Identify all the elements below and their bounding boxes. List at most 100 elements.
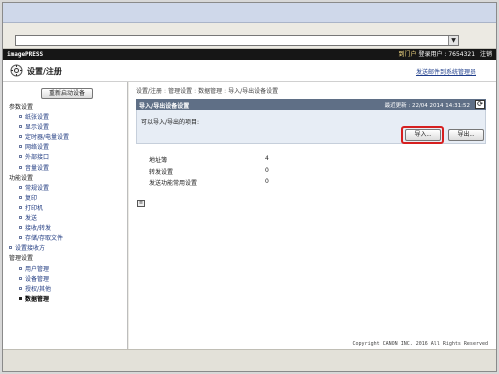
settings-tool-icon — [10, 64, 23, 77]
copyright: Copyright CANON INC. 2016 All Rights Res… — [352, 341, 488, 347]
login-user-label: 登录用户 — [418, 51, 443, 58]
sidebar-item-label: 用户管理 — [25, 265, 50, 273]
sidebar-item-label: 网络设置 — [25, 144, 50, 152]
info-value: 0 — [265, 178, 269, 185]
info-row: 转发设置 0 — [149, 167, 349, 179]
breadcrumb-separator: : — [224, 88, 227, 95]
browser-window: ▼ imagePRESS 到门户 登录用户 : 7654321 注销 设置/注册… — [2, 2, 497, 372]
sidebar: 重新启动设备 参数设置 纸张设置显示设置定时器/电量设置 网络设置外部接口音量设置功… — [3, 82, 128, 349]
user-menu: 到门户 登录用户 : 7654321 注销 — [398, 51, 492, 58]
bullet-icon — [19, 226, 22, 230]
bullet-icon — [19, 135, 22, 139]
sidebar-item-label: 显示设置 — [25, 124, 50, 132]
bullet-icon — [19, 145, 22, 149]
restart-device-button[interactable]: 重新启动设备 — [41, 88, 93, 99]
breadcrumb-separator: : — [194, 88, 197, 95]
sidebar-item-label: 功能设置 — [9, 174, 34, 182]
info-label: 地址簿 — [149, 157, 168, 164]
info-value: 0 — [265, 166, 269, 174]
address-bar[interactable]: ▼ — [15, 35, 459, 46]
main-content: 设置/注册: 管理设置: 数据管理: 导入/导出设备设置 导入/导出设备设置 最近更新… — [129, 82, 496, 349]
bullet-icon — [19, 286, 22, 290]
sidebar-item[interactable]: 用户管理 — [3, 265, 127, 275]
sidebar-item-label: 音量设置 — [25, 164, 50, 172]
sidebar-item-label: 打印机 — [25, 204, 44, 212]
sidebar-item: 功能设置 — [3, 174, 127, 184]
panel-body: 可以导入/导出的项目: 导入... 导出... — [136, 110, 486, 144]
breadcrumb-item[interactable]: 管理设置 — [168, 88, 192, 95]
sidebar-item[interactable]: 网络设置 — [3, 143, 127, 153]
sidebar-item[interactable]: 定时器/电量设置 — [3, 133, 127, 143]
sidebar-item-label: 发送 — [25, 215, 38, 223]
browser-toolbar: ▼ — [3, 23, 496, 49]
refresh-icon[interactable]: ⟳ — [475, 100, 485, 109]
sidebar-item[interactable]: 接收/转发 — [3, 224, 127, 234]
mail-admin-link[interactable]: 发送邮件到系统管理员 — [416, 67, 476, 76]
sidebar-item[interactable]: 设置接收方 — [3, 244, 127, 254]
bullet-icon — [19, 185, 22, 189]
bullet-icon — [19, 195, 22, 199]
bullet-icon — [19, 276, 22, 280]
chevron-down-icon[interactable]: ▼ — [448, 36, 458, 45]
breadcrumb-item[interactable]: 设置/注册 — [136, 88, 162, 95]
page-title: 设置/注册 — [27, 67, 62, 76]
info-value: 4 — [265, 155, 269, 162]
bullet-icon — [9, 246, 12, 250]
panel-description: 可以导入/导出的项目: — [141, 119, 200, 126]
bullet-icon — [19, 236, 22, 240]
sidebar-item[interactable]: 复印 — [3, 194, 127, 204]
browser-statusbar — [3, 349, 496, 371]
breadcrumb-item[interactable]: 数据管理 — [198, 88, 222, 95]
logout-link[interactable]: 注销 — [480, 51, 492, 58]
sidebar-item[interactable]: 发送 — [3, 214, 127, 224]
sidebar-item[interactable]: 纸张设置 — [3, 113, 127, 123]
sidebar-item[interactable]: 显示设置 — [3, 123, 127, 133]
info-list: 地址簿 4 转发设置 0 发送功能常用设置 0 — [149, 155, 349, 190]
brand-bar: imagePRESS 到门户 登录用户 : 7654321 注销 — [3, 49, 496, 60]
bullet-icon — [19, 216, 22, 220]
last-updated: 最近更新 : 22/04 2014 14:31:52 — [384, 103, 470, 109]
sidebar-item-label: 授权/其他 — [25, 285, 52, 293]
login-user-value: 7654321 — [448, 51, 476, 58]
sidebar-item[interactable]: 音量设置 — [3, 164, 127, 174]
breadcrumb: 设置/注册: 管理设置: 数据管理: 导入/导出设备设置 — [136, 86, 278, 95]
panel-title: 导入/导出设备设置 — [139, 103, 190, 110]
sidebar-item-label: 纸张设置 — [25, 114, 50, 122]
info-label: 转发设置 — [149, 168, 174, 176]
info-row: 地址簿 4 — [149, 155, 349, 167]
sidebar-item-label: 设置接收方 — [15, 245, 46, 253]
sidebar-item-label: 复印 — [25, 194, 38, 202]
page-header: 设置/注册 发送邮件到系统管理员 — [3, 60, 496, 82]
sidebar-item[interactable]: 授权/其他 — [3, 285, 127, 295]
info-row: 发送功能常用设置 0 — [149, 178, 349, 190]
sidebar-item-label: 接收/转发 — [25, 225, 52, 233]
breadcrumb-item: 导入/导出设备设置 — [228, 88, 279, 95]
page-top-icon[interactable]: ≡ — [137, 200, 145, 207]
sidebar-item-label: 定时器/电量设置 — [25, 134, 70, 142]
sidebar-item[interactable]: 数据管理 — [3, 295, 127, 305]
export-button[interactable]: 导出... — [448, 129, 484, 141]
sidebar-item-label: 外部接口 — [25, 154, 50, 162]
sidebar-item-label: 设备管理 — [25, 275, 50, 283]
sidebar-item: 参数设置 — [3, 103, 127, 113]
sidebar-item[interactable]: 外部接口 — [3, 153, 127, 163]
bullet-icon — [19, 296, 22, 300]
bullet-icon — [19, 155, 22, 159]
sidebar-item-label: 存储/存取文件 — [25, 235, 64, 243]
sidebar-item[interactable]: 打印机 — [3, 204, 127, 214]
panel-header: 导入/导出设备设置 最近更新 : 22/04 2014 14:31:52 ⟳ — [136, 99, 486, 110]
bullet-icon — [19, 125, 22, 129]
breadcrumb-separator: : — [164, 88, 167, 95]
brand-logo: imagePRESS — [7, 51, 44, 58]
sidebar-item-label: 数据管理 — [25, 295, 50, 303]
bullet-icon — [19, 165, 22, 169]
portal-link[interactable]: 到门户 — [399, 51, 417, 58]
sidebar-item[interactable]: 常规设置 — [3, 184, 127, 194]
import-button[interactable]: 导入... — [405, 129, 441, 141]
info-label: 发送功能常用设置 — [149, 180, 198, 187]
sidebar-item[interactable]: 设备管理 — [3, 275, 127, 285]
sidebar-item: 管理设置 — [3, 254, 127, 264]
sidebar-item-label: 常规设置 — [25, 184, 50, 192]
sidebar-item-label: 管理设置 — [9, 255, 34, 263]
sidebar-item[interactable]: 存储/存取文件 — [3, 234, 127, 244]
